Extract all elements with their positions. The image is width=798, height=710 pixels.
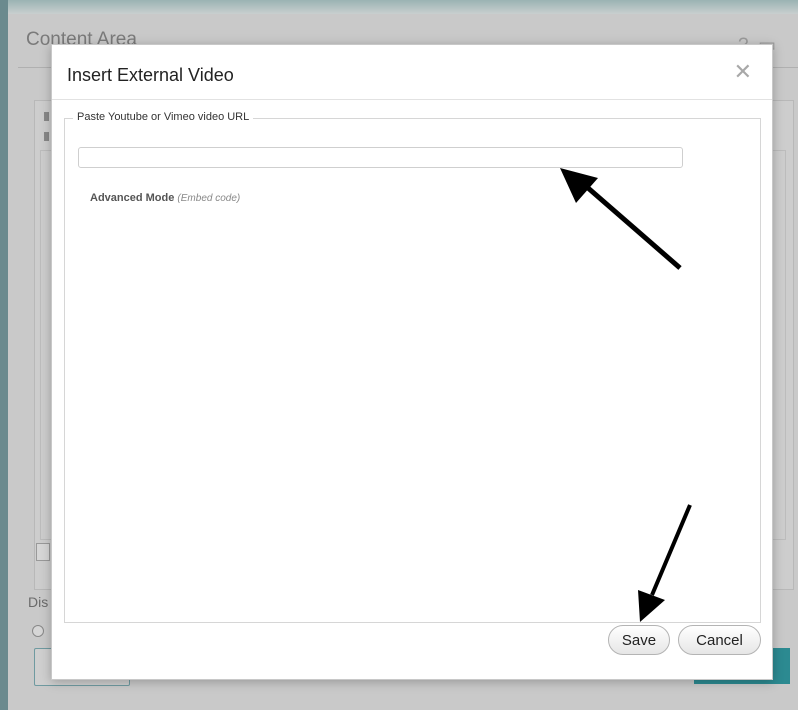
video-url-fieldset: Paste Youtube or Vimeo video URL Advance… (64, 111, 761, 623)
display-label: Dis (28, 594, 49, 610)
fieldset-legend: Paste Youtube or Vimeo video URL (73, 111, 254, 123)
toolbar-marker (44, 132, 49, 141)
advanced-mode-hint: (Embed code) (177, 193, 241, 204)
advanced-mode-link[interactable]: Advanced Mode (Embed code) (90, 192, 240, 204)
insert-video-dialog: Insert External Video ✕ Paste Youtube or… (51, 44, 773, 680)
video-url-input[interactable] (78, 147, 683, 168)
dialog-divider (52, 99, 772, 100)
background-top (0, 0, 798, 14)
resize-handle[interactable] (36, 543, 50, 561)
save-button[interactable]: Save (608, 625, 670, 655)
advanced-mode-label: Advanced Mode (90, 192, 175, 204)
close-icon[interactable]: ✕ (734, 61, 752, 83)
background-left-strip (0, 0, 8, 710)
dialog-title: Insert External Video (67, 65, 234, 85)
toolbar-marker (44, 112, 49, 121)
cancel-button[interactable]: Cancel (678, 625, 761, 655)
display-radio[interactable] (32, 625, 44, 637)
